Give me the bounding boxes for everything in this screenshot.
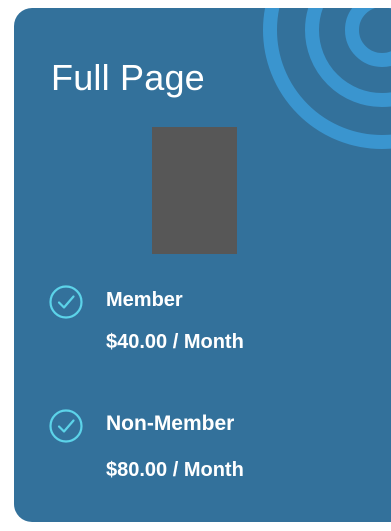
plan-name: Member — [106, 289, 183, 311]
plan-name: Non-Member — [106, 412, 235, 435]
plan-price: $40.00 / Month — [106, 331, 244, 353]
image-placeholder — [152, 127, 237, 254]
pricing-card: Full Page Member $40.00 / Month Non-Memb… — [14, 8, 391, 522]
check-circle-icon — [49, 285, 83, 319]
check-circle-icon — [49, 409, 83, 443]
plan-price: $80.00 / Month — [106, 459, 244, 481]
card-title: Full Page — [51, 57, 205, 98]
